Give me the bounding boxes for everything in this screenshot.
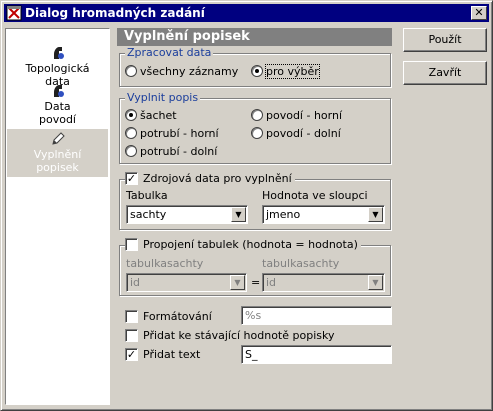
radio-basin-upper[interactable]: povodí - horní (251, 109, 342, 123)
nav-label-line1: Data (44, 100, 71, 113)
nav-label-line1: Topologická (25, 62, 90, 75)
left-key-select[interactable]: id ▼ (126, 273, 247, 292)
column-select-value: jmeno (266, 208, 301, 221)
chevron-down-icon[interactable]: ▼ (368, 207, 383, 222)
radio-basin-lower[interactable]: povodí - dolní (251, 127, 341, 141)
page-heading: Vyplnění popisek (117, 28, 392, 46)
radio-pipe-upper[interactable]: potrubí - horní (125, 127, 219, 141)
radio-pipe-lower[interactable]: potrubí - dolní (125, 145, 217, 159)
add-text-value: S_ (245, 348, 258, 361)
table-select[interactable]: sachty ▼ (126, 205, 248, 224)
add-text-field[interactable]: S_ (241, 345, 392, 364)
app-icon (6, 5, 22, 21)
left-key-value: id (130, 276, 141, 289)
radio-circle (125, 127, 137, 139)
chevron-down-icon[interactable]: ▼ (231, 207, 246, 222)
close-button[interactable]: Zavřít (403, 61, 487, 85)
checkbox-label: Formátování (143, 310, 212, 323)
right-key-value: id (266, 276, 277, 289)
close-window-button[interactable]: ✕ (471, 6, 487, 20)
right-key-select[interactable]: id ▼ (262, 273, 385, 292)
radio-circle (125, 65, 137, 77)
nav-item-fill-labels[interactable]: Vyplnění popisek (7, 129, 108, 177)
add-text-checkbox[interactable]: ✓ Přidat text (125, 347, 201, 362)
format-field[interactable]: %s (241, 306, 392, 325)
right-table-label: tabulkasachty (262, 257, 340, 270)
column-label: Hodnota ve sloupci (262, 189, 368, 202)
basin-data-icon (53, 85, 64, 97)
chevron-down-icon[interactable]: ▼ (230, 275, 245, 290)
table-select-value: sachty (130, 208, 167, 221)
radio-label: všechny záznamy (140, 65, 239, 78)
checkbox-box (125, 328, 138, 342)
format-field-value: %s (245, 309, 262, 322)
append-checkbox[interactable]: Přidat ke stávající hodnotě popisky (125, 328, 335, 343)
format-checkbox[interactable]: Formátování (125, 309, 212, 324)
radio-circle (251, 127, 263, 139)
fill-label-legend: Vyplnit popis (125, 91, 201, 104)
left-table-label: tabulkasachty (126, 257, 204, 270)
checkbox-label: Přidat text (143, 348, 201, 361)
nav-label-line2: popisek (36, 161, 79, 174)
table-label: Tabulka (126, 189, 168, 202)
radio-label: potrubí - horní (140, 127, 219, 140)
process-data-legend: Zpracovat data (125, 46, 214, 59)
nav-item-basin-data[interactable]: Data povodí (7, 83, 108, 127)
source-data-checkbox[interactable]: ✓ Zdrojová data pro vyplnění (125, 171, 295, 186)
radio-label: šachet (140, 109, 177, 122)
checkbox-box (125, 309, 138, 323)
radio-shafts[interactable]: šachet (125, 109, 177, 123)
pencil-icon (51, 132, 65, 145)
radio-circle (125, 109, 137, 121)
nav-item-topological-data[interactable]: Topologická data (7, 45, 108, 88)
nav-label-line2: povodí (39, 113, 76, 126)
radio-all-records[interactable]: všechny záznamy (125, 65, 238, 79)
column-select[interactable]: jmeno ▼ (262, 205, 385, 224)
checkbox-label: Přidat ke stávající hodnotě popisky (143, 329, 335, 342)
checkbox-box: ✓ (125, 347, 138, 361)
title-bar[interactable]: Dialog hromadných zadání ✕ (4, 4, 489, 22)
radio-label: pro výběr (265, 64, 320, 79)
radio-circle (125, 145, 137, 157)
dialog-window: Dialog hromadných zadání ✕ Topologická d… (0, 0, 493, 411)
radio-label: povodí - horní (266, 109, 343, 122)
checkbox-label: Zdrojová data pro vyplnění (143, 172, 292, 185)
topology-data-icon (53, 47, 64, 59)
checkbox-label: Propojení tabulek (hodnota = hodnota) (143, 238, 358, 251)
chevron-down-icon[interactable]: ▼ (368, 275, 383, 290)
radio-label: povodí - dolní (266, 127, 341, 140)
section-nav: Topologická data Data povodí Vyplnění po… (5, 28, 110, 405)
nav-label-line1: Vyplnění (33, 148, 82, 161)
apply-button[interactable]: Použít (403, 28, 487, 52)
close-icon: ✕ (474, 6, 484, 19)
radio-circle (251, 109, 263, 121)
radio-circle (251, 65, 263, 77)
window-title: Dialog hromadných zadání (25, 6, 205, 20)
checkbox-box (125, 237, 138, 251)
checkbox-box: ✓ (125, 171, 138, 185)
radio-selection[interactable]: pro výběr (251, 64, 320, 79)
radio-label: potrubí - dolní (140, 145, 218, 158)
equals-sign: = (251, 276, 261, 289)
table-join-checkbox[interactable]: Propojení tabulek (hodnota = hodnota) (125, 237, 361, 252)
